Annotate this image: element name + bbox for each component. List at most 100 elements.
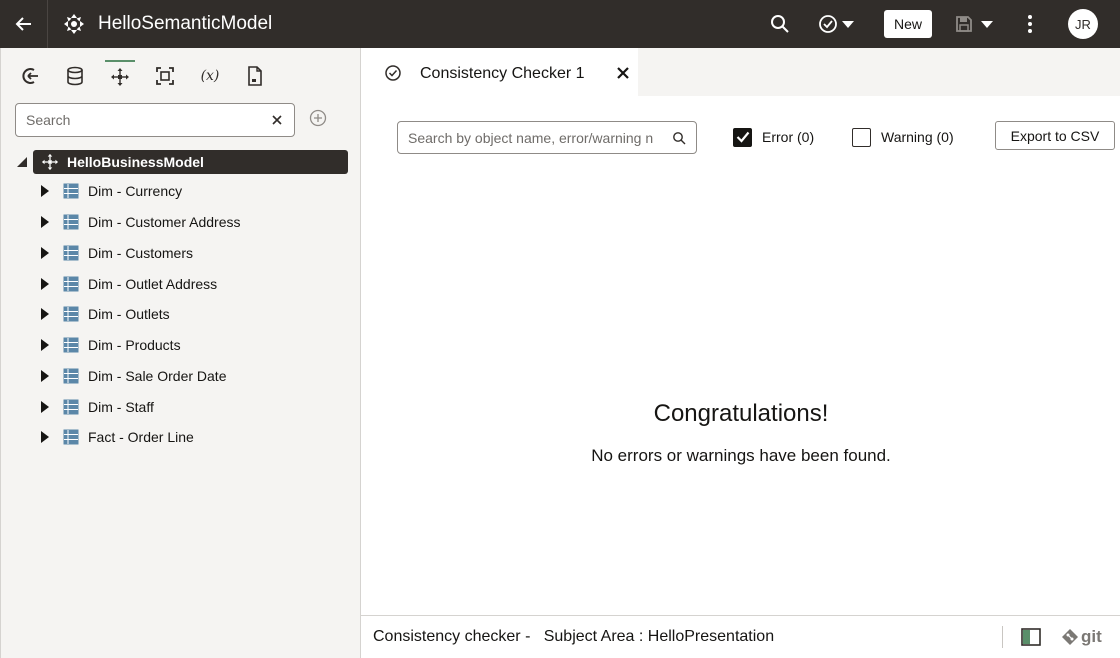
document-tab[interactable] <box>240 60 270 92</box>
tree-item-label: Dim - Staff <box>88 399 154 415</box>
header-search-button[interactable] <box>768 12 792 36</box>
tree-item[interactable]: Dim - Customer Address <box>1 210 361 234</box>
variables-tab[interactable]: (x) <box>195 60 225 92</box>
database-tab[interactable] <box>60 60 90 92</box>
vertical-ellipsis-icon <box>1028 15 1032 33</box>
back-arrow-icon <box>15 17 31 31</box>
check-menu-button[interactable] <box>818 12 858 36</box>
collapsed-triangle-icon[interactable] <box>41 339 49 351</box>
tree-item-label: Dim - Customer Address <box>88 214 241 230</box>
tab-label: Consistency Checker 1 <box>420 65 585 82</box>
tree-item[interactable]: Dim - Outlet Address <box>1 272 361 296</box>
warning-filter-label: Warning (0) <box>881 129 954 145</box>
status-divider <box>1002 626 1003 648</box>
tree-item[interactable]: Fact - Order Line <box>1 425 361 449</box>
collapsed-triangle-icon[interactable] <box>41 431 49 443</box>
search-icon[interactable] <box>672 131 686 145</box>
table-icon <box>63 276 79 292</box>
tree-item[interactable]: Dim - Staff <box>1 395 361 419</box>
error-filter-checkbox[interactable]: Error (0) <box>733 126 814 148</box>
tree-item[interactable]: Dim - Customers <box>1 241 361 265</box>
semantic-model-logo-icon <box>64 14 84 34</box>
caret-down-icon <box>842 21 854 28</box>
left-toolbar: (x) <box>1 60 361 92</box>
no-errors-message: No errors or warnings have been found. <box>591 446 891 465</box>
git-diamond-icon <box>1062 629 1078 645</box>
collapsed-triangle-icon[interactable] <box>41 278 49 290</box>
tree-item-label: Dim - Currency <box>88 183 183 199</box>
presentation-frame-icon <box>156 67 174 85</box>
editor-tab-bar: Consistency Checker 1 <box>362 48 1120 96</box>
database-icon <box>67 66 83 86</box>
physical-layer-tab[interactable] <box>15 60 45 92</box>
logical-model-icon <box>111 68 129 86</box>
new-button[interactable]: New <box>884 10 932 38</box>
error-filter-label: Error (0) <box>762 129 815 145</box>
document-icon <box>248 66 262 86</box>
app-header: HelloSemanticModel New JR <box>0 0 1120 48</box>
collapsed-triangle-icon[interactable] <box>41 370 49 382</box>
clear-search-icon[interactable] <box>270 113 284 127</box>
table-icon <box>63 183 79 199</box>
add-circle-icon[interactable] <box>309 109 327 127</box>
tree-search-input[interactable] <box>16 104 256 136</box>
table-icon <box>63 368 79 384</box>
checkmark-icon <box>736 131 749 143</box>
collapsed-triangle-icon[interactable] <box>41 247 49 259</box>
app-title: HelloSemanticModel <box>98 13 273 34</box>
export-csv-button[interactable]: Export to CSV <box>995 121 1115 150</box>
table-icon <box>63 337 79 353</box>
panel-toggle-icon[interactable] <box>1021 628 1041 646</box>
tab-consistency-checker[interactable]: Consistency Checker 1 <box>362 48 638 96</box>
warning-checkbox-box[interactable] <box>852 127 871 147</box>
tree-item-label: Dim - Customers <box>88 245 194 261</box>
status-bar: Consistency checker - Subject Area : Hel… <box>361 615 1120 658</box>
business-model-icon <box>41 153 59 171</box>
table-icon <box>63 306 79 322</box>
save-disk-icon <box>956 16 972 32</box>
collapsed-triangle-icon[interactable] <box>41 216 49 228</box>
table-icon <box>63 399 79 415</box>
more-options-button[interactable] <box>1020 12 1040 36</box>
close-icon[interactable] <box>616 66 630 80</box>
collapsed-triangle-icon[interactable] <box>41 185 49 197</box>
collapsed-triangle-icon[interactable] <box>41 308 49 320</box>
caret-down-icon <box>981 21 993 28</box>
user-avatar[interactable]: JR <box>1068 9 1098 39</box>
tree-search-field[interactable] <box>15 103 295 137</box>
table-icon <box>63 245 79 261</box>
variables-icon: (x) <box>200 68 220 84</box>
collapsed-triangle-icon[interactable] <box>41 401 49 413</box>
tree-item-label: Fact - Order Line <box>88 429 194 445</box>
tree-item-label: Dim - Outlets <box>88 306 170 322</box>
git-label: git <box>1081 627 1102 646</box>
back-button[interactable] <box>0 0 48 48</box>
expanded-triangle-icon[interactable] <box>17 157 27 167</box>
table-icon <box>63 214 79 230</box>
checker-search-field[interactable] <box>397 121 697 154</box>
check-circle-icon <box>819 15 837 33</box>
presentation-layer-tab[interactable] <box>150 60 180 92</box>
check-circle-icon <box>385 65 401 81</box>
warning-filter-checkbox[interactable]: Warning (0) <box>852 126 954 148</box>
physical-layer-icon <box>22 68 38 84</box>
error-checkbox-box[interactable] <box>733 127 752 147</box>
status-text: Consistency checker - Subject Area : Hel… <box>373 628 775 645</box>
tree-item[interactable]: Dim - Currency <box>1 179 361 203</box>
tree-item-label: Dim - Outlet Address <box>88 276 218 292</box>
git-button[interactable]: git <box>1061 626 1102 648</box>
save-menu-button[interactable] <box>954 12 996 36</box>
tree-root-business-model[interactable]: HelloBusinessModel <box>33 150 348 174</box>
tree-item[interactable]: Dim - Products <box>1 333 361 357</box>
tree-root-label: HelloBusinessModel <box>67 154 204 170</box>
left-panel: (x) HelloBusinessModel Dim - Currency Di… <box>0 48 361 658</box>
search-icon <box>771 15 789 33</box>
tree-item[interactable]: Dim - Outlets <box>1 302 361 326</box>
table-icon <box>63 429 79 445</box>
tree-item-label: Dim - Sale Order Date <box>88 368 227 384</box>
tree-item-label: Dim - Products <box>88 337 181 353</box>
tree-item[interactable]: Dim - Sale Order Date <box>1 364 361 388</box>
congratulations-heading: Congratulations! <box>653 400 829 427</box>
logical-layer-tab[interactable] <box>105 60 135 92</box>
checker-search-input[interactable] <box>398 122 668 153</box>
